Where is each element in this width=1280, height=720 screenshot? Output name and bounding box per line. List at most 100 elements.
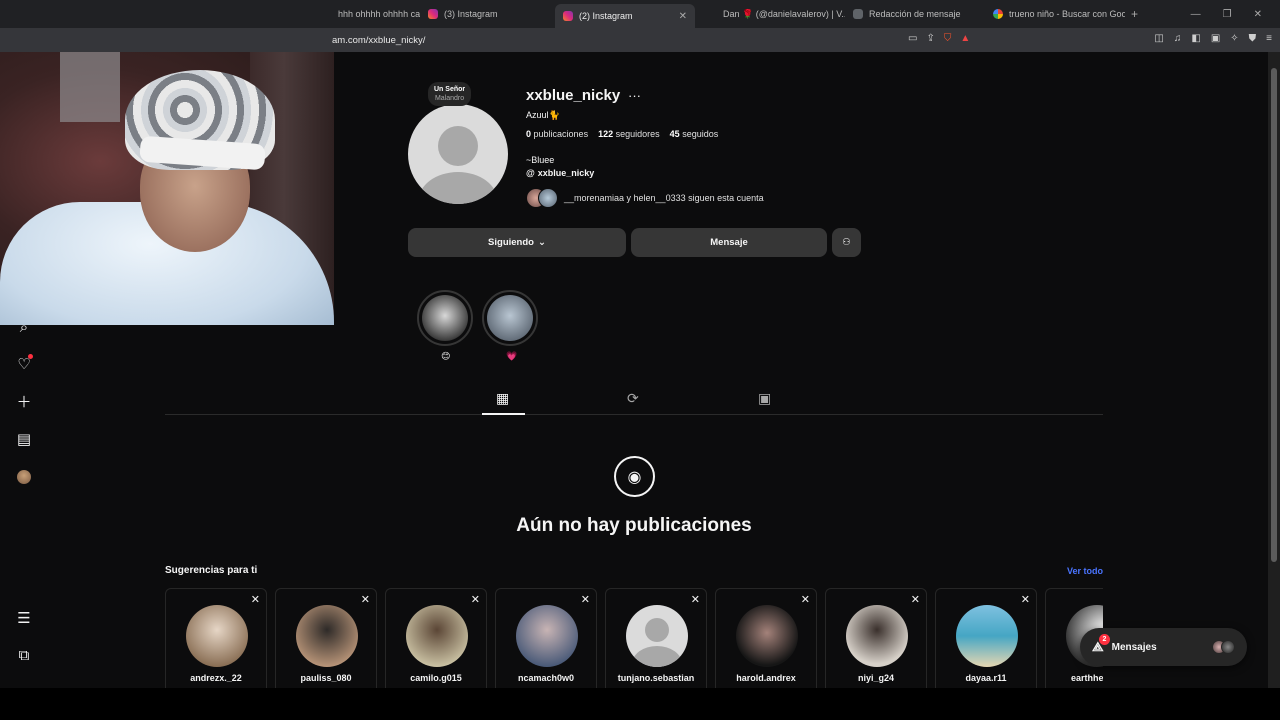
- tab-label: trueno niño - Buscar con Goog: [1009, 9, 1125, 19]
- suggestion-username: andrezx._22: [190, 673, 242, 683]
- cast-icon[interactable]: ▭: [908, 33, 917, 44]
- brave-shield-icon[interactable]: ⛉: [944, 33, 952, 44]
- browser-tab[interactable]: Dan 🌹 (@danielavalerov) | V...: [715, 3, 845, 25]
- close-window-button[interactable]: ✕: [1254, 9, 1262, 20]
- suggestion-username: camilo.g015: [410, 673, 462, 683]
- followers-stat[interactable]: 122 seguidores: [598, 129, 660, 139]
- sidebar-toggle-icon[interactable]: ◧: [1191, 33, 1200, 44]
- story-highlight[interactable]: [482, 290, 538, 346]
- window-controls: — ❐ ✕: [1191, 9, 1280, 20]
- address-bar-icons: ▭ ⇪ ⛉ ▲: [908, 33, 970, 44]
- taskbar-area: [0, 688, 1280, 720]
- threads-link[interactable]: @ xxblue_nicky: [526, 168, 594, 178]
- note-line-2: Malandro: [434, 95, 465, 102]
- suggestion-username: ncamach0w0: [517, 673, 575, 683]
- message-label: Mensaje: [710, 237, 748, 248]
- tab-label: (2) Instagram: [579, 11, 633, 21]
- close-icon[interactable]: ✕: [801, 593, 810, 606]
- profile-note[interactable]: Un Señor Malandro: [428, 82, 472, 106]
- threads-icon: @: [526, 168, 535, 178]
- default-avatar-body: [632, 646, 682, 667]
- notification-badge: 2: [1099, 634, 1110, 645]
- close-icon[interactable]: ✕: [691, 593, 700, 606]
- close-icon[interactable]: ✕: [251, 593, 260, 606]
- also-from-meta-icon[interactable]: ⧉: [14, 645, 34, 665]
- following-stat[interactable]: 45 seguidos: [670, 129, 719, 139]
- close-tab-icon[interactable]: ✕: [679, 11, 687, 22]
- story-highlight[interactable]: [417, 290, 473, 346]
- see-all-link[interactable]: Ver todo: [1067, 566, 1103, 576]
- message-button[interactable]: Mensaje: [631, 228, 827, 257]
- page-scrollbar[interactable]: [1268, 52, 1280, 688]
- options-button[interactable]: ···: [628, 88, 641, 103]
- suggestion-username: dayaa.r11: [965, 673, 1007, 683]
- suggestion-card[interactable]: ✕ tunjano.sebastian: [605, 588, 707, 688]
- messages-label: Mensajes: [1111, 641, 1157, 653]
- suggestion-card[interactable]: ✕ andrezx._22: [165, 588, 267, 688]
- menu-more-icon[interactable]: ☰: [14, 608, 34, 628]
- new-tab-button[interactable]: +: [1131, 7, 1138, 21]
- suggestion-username: earthhe: [1071, 673, 1103, 683]
- screenshot-icon[interactable]: ◫: [1154, 33, 1163, 44]
- suggest-users-button[interactable]: ⚇: [832, 228, 861, 257]
- url-text[interactable]: am.com/xxblue_nicky/: [332, 35, 425, 46]
- posts-grid-icon[interactable]: ▦: [496, 390, 509, 407]
- add-person-icon: ⚇: [842, 237, 851, 248]
- menu-icon[interactable]: ≡: [1266, 33, 1272, 44]
- suggestion-card[interactable]: ✕ camilo.g015: [385, 588, 487, 688]
- tab-label: hhh ohhhh ohhhh canci: [338, 9, 420, 19]
- dashboard-icon[interactable]: ▤: [14, 429, 34, 449]
- messages-button[interactable]: ⟁ 2 Mensajes: [1080, 628, 1247, 666]
- highlight-cover: [422, 295, 468, 341]
- leo-ai-icon[interactable]: ✧: [1230, 33, 1238, 44]
- profile-full-name: Azuul🐈: [526, 110, 560, 120]
- tagged-icon[interactable]: ▣: [758, 390, 771, 407]
- browser-tab[interactable]: hhh ohhhh ohhhh canci: [330, 3, 420, 25]
- minimize-button[interactable]: —: [1191, 9, 1201, 20]
- suggestion-card[interactable]: ✕ dayaa.r11: [935, 588, 1037, 688]
- default-avatar-body: [418, 172, 498, 204]
- profile-avatar-nav[interactable]: [14, 467, 34, 487]
- suggestion-card[interactable]: ✕ niyi_g24: [825, 588, 927, 688]
- empty-state-title: Aún no hay publicaciones: [516, 515, 752, 536]
- close-icon[interactable]: ✕: [471, 593, 480, 606]
- highlight-label: 💗: [506, 351, 518, 361]
- heart-icon[interactable]: ♡: [14, 354, 34, 374]
- address-bar[interactable]: am.com/xxblue_nicky/ ▭ ⇪ ⛉ ▲ ◫ ♫ ◧ ▣ ✧ ⛊…: [0, 28, 1280, 52]
- close-icon[interactable]: ✕: [581, 593, 590, 606]
- suggestion-card[interactable]: ✕ pauliss_080: [275, 588, 377, 688]
- close-icon[interactable]: ✕: [1021, 593, 1030, 606]
- tabs-divider: [165, 414, 1103, 415]
- suggestion-card[interactable]: ✕ ncamach0w0: [495, 588, 597, 688]
- share-icon[interactable]: ⇪: [926, 33, 934, 44]
- media-icon[interactable]: ♫: [1174, 33, 1182, 44]
- browser-tab[interactable]: (3) Instagram: [420, 3, 555, 25]
- threads-handle: xxblue_nicky: [537, 168, 595, 178]
- instagram-icon: [563, 11, 573, 21]
- restore-button[interactable]: ❐: [1223, 9, 1232, 20]
- scrollbar-thumb[interactable]: [1271, 68, 1277, 562]
- vpn-icon[interactable]: ⛊: [1249, 33, 1257, 44]
- create-icon[interactable]: ＋: [14, 391, 34, 411]
- default-avatar-head: [438, 126, 478, 166]
- browser-tab-active[interactable]: (2) Instagram ✕: [555, 4, 695, 28]
- tab-label: Dan 🌹 (@danielavalerov) | V...: [723, 8, 845, 19]
- avatar: [516, 605, 578, 667]
- following-button[interactable]: Siguiendo ⌄: [408, 228, 626, 257]
- followed-by[interactable]: __morenamiaa y helen__0333 siguen esta c…: [526, 188, 764, 208]
- suggestion-card[interactable]: ✕ harold.andrex: [715, 588, 817, 688]
- rewards-icon[interactable]: ▲: [960, 33, 970, 44]
- browser-tab[interactable]: Redacción de mensaje: [845, 3, 985, 25]
- highlight-cover: [487, 295, 533, 341]
- reposts-icon[interactable]: ⟳: [627, 390, 639, 407]
- webcam-overlay: [0, 52, 334, 325]
- browser-tab[interactable]: trueno niño - Buscar con Goog: [985, 3, 1125, 25]
- active-tab-indicator: [482, 413, 525, 415]
- wallet-icon[interactable]: ▣: [1211, 33, 1220, 44]
- close-icon[interactable]: ✕: [361, 593, 370, 606]
- profile-picture[interactable]: [408, 104, 508, 204]
- avatar: [406, 605, 468, 667]
- posts-count: 0: [526, 129, 532, 139]
- close-icon[interactable]: ✕: [911, 593, 920, 606]
- suggestion-username: niyi_g24: [857, 673, 895, 683]
